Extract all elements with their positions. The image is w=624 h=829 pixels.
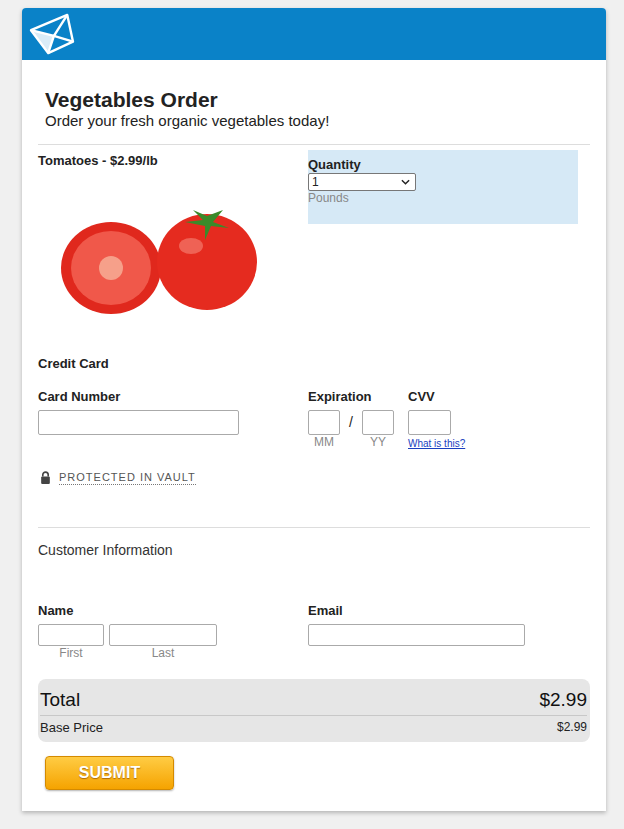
expiration-label: Expiration — [308, 389, 408, 404]
product-image — [49, 182, 264, 332]
total-value: $2.99 — [539, 689, 587, 711]
lock-icon — [40, 471, 51, 484]
product: Tomatoes - $2.99/lb — [38, 145, 308, 332]
form-body: Vegetables OrderOrder your fresh organic… — [22, 60, 606, 811]
card-number-label: Card Number — [38, 389, 308, 404]
year-hint: YY — [362, 435, 394, 450]
quantity-label: Quantity — [308, 157, 578, 172]
order-form: Vegetables OrderOrder your fresh organic… — [22, 8, 606, 811]
credit-card-title: Credit Card — [38, 356, 590, 371]
chevron-down-icon — [401, 179, 410, 185]
quantity-panel: Quantity1Pounds — [308, 150, 578, 224]
customer-title: Customer Information — [38, 542, 590, 558]
expiration-separator: / — [340, 404, 362, 430]
total-row: Total $2.99 — [40, 679, 587, 716]
form-title: Vegetables Order — [45, 88, 590, 112]
total-label: Total — [40, 689, 80, 711]
separator — [38, 527, 590, 528]
quantity-unit: Pounds — [308, 191, 578, 206]
first-name-input[interactable] — [38, 624, 104, 646]
product-row: Tomatoes - $2.99/lbQuantity1Pounds — [38, 145, 590, 332]
card-number-input[interactable] — [38, 410, 239, 435]
page: Vegetables OrderOrder your fresh organic… — [0, 0, 624, 829]
base-price-value: $2.99 — [557, 720, 587, 734]
month-hint: MM — [308, 435, 340, 450]
title-block: Vegetables OrderOrder your fresh organic… — [38, 60, 590, 130]
credit-card-row: Card NumberExpiration MM/YY CVV What is thi… — [38, 389, 590, 450]
year-input[interactable] — [362, 410, 394, 435]
expiration: Expiration MM/YY — [308, 389, 408, 450]
last-name-input[interactable] — [109, 624, 217, 646]
name-label: Name — [38, 603, 308, 618]
separator — [38, 144, 590, 145]
customer-row: Name First Last Email — [38, 603, 590, 661]
email-input[interactable] — [308, 624, 525, 646]
last-hint: Last — [109, 646, 217, 661]
cvv-help-link[interactable]: What is this? — [408, 437, 465, 450]
quantity-select[interactable]: 1 — [308, 173, 416, 191]
cvv-input[interactable] — [408, 410, 451, 435]
cvv-label: CVV — [408, 389, 465, 404]
vault-note[interactable]: PROTECTED IN VAULT — [38, 470, 590, 485]
month-input[interactable] — [308, 410, 340, 435]
cvv: CVV What is this? — [408, 389, 465, 450]
email-label: Email — [308, 603, 590, 618]
submit-button[interactable]: SUBMIT — [45, 756, 174, 790]
form-subtitle: Order your fresh organic vegetables toda… — [45, 112, 590, 130]
logo-icon — [29, 13, 75, 55]
first-hint: First — [38, 646, 104, 661]
header-bar — [22, 8, 606, 60]
order-summary: Total $2.99 Base Price $2.99 — [38, 679, 590, 742]
base-price-label: Base Price — [40, 720, 103, 735]
base-price-row: Base Price $2.99 — [40, 716, 587, 738]
product-name: Tomatoes - $2.99/lb — [38, 145, 308, 168]
